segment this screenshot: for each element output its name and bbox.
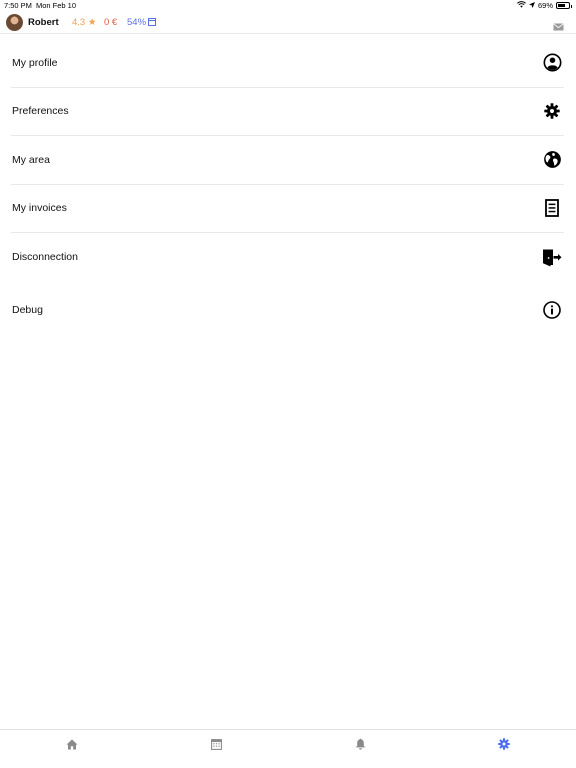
occupancy: 54% (127, 17, 157, 28)
menu-item-disconnection[interactable]: Disconnection (11, 233, 564, 282)
calendar-icon[interactable] (209, 737, 223, 751)
balance: 0 € (104, 17, 118, 28)
status-date: Mon Feb 10 (36, 1, 77, 10)
menu-item-my-profile[interactable]: My profile (11, 39, 564, 88)
menu-item-debug[interactable]: Debug (11, 282, 564, 338)
battery-level (558, 4, 565, 7)
settings-menu: My profile Preferences My area My invoic… (11, 39, 564, 338)
bell-icon[interactable] (353, 737, 367, 751)
menu-item-label: My area (12, 153, 50, 166)
globe-icon (542, 150, 562, 170)
rating-value: 4.3 (72, 17, 86, 28)
menu-item-my-area[interactable]: My area (11, 136, 564, 185)
home-icon[interactable] (65, 737, 79, 751)
tab-bar (0, 729, 576, 768)
status-time: 7:50 PM (4, 1, 32, 10)
menu-item-label: My invoices (12, 202, 67, 215)
rating: 4.3 ★ (72, 17, 96, 28)
status-bar: 7:50 PM Mon Feb 10 69% (0, 0, 576, 12)
username: Robert (28, 17, 59, 28)
battery-icon (556, 2, 572, 9)
gear-icon (542, 101, 562, 121)
menu-item-label: My profile (12, 56, 58, 69)
header-bar: Robert 4.3 ★ 0 € 54% (0, 12, 576, 34)
user-circle-icon (542, 53, 562, 73)
invoice-icon (542, 198, 562, 218)
menu-item-label: Disconnection (12, 251, 78, 264)
exit-door-icon (542, 247, 562, 267)
battery-percent: 69% (537, 1, 553, 10)
location-arrow-icon (528, 1, 535, 10)
menu-item-my-invoices[interactable]: My invoices (11, 185, 564, 233)
avatar[interactable] (6, 14, 23, 31)
wifi-icon (517, 1, 526, 10)
menu-item-preferences[interactable]: Preferences (11, 88, 564, 136)
envelope-icon[interactable] (553, 18, 564, 36)
calendar-icon (148, 18, 157, 26)
status-right: 69% (517, 1, 572, 10)
gear-icon[interactable] (497, 737, 511, 751)
info-icon (542, 300, 562, 320)
menu-item-label: Debug (12, 303, 43, 316)
star-icon: ★ (87, 17, 97, 28)
occupancy-value: 54% (127, 17, 147, 28)
menu-item-label: Preferences (12, 105, 69, 118)
